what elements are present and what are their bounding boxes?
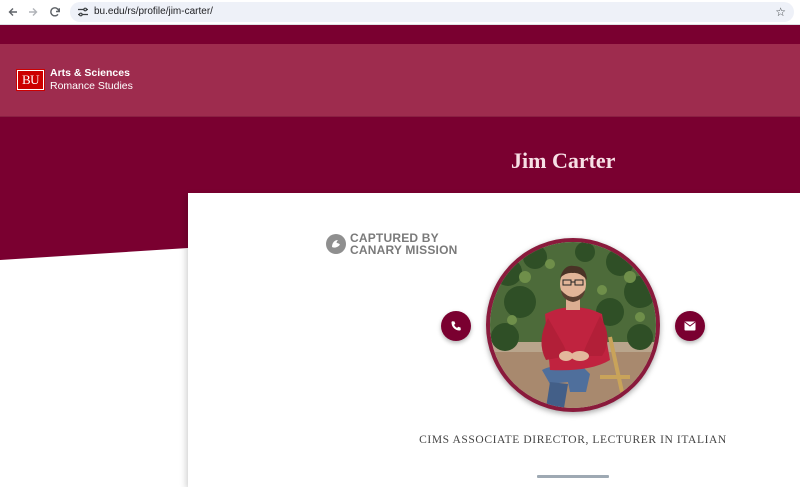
hero-diagonal-shape (0, 192, 188, 260)
email-button[interactable] (675, 311, 705, 341)
canary-mission-badge[interactable]: CAPTURED BY CANARY MISSION (326, 232, 466, 258)
reload-button[interactable] (46, 3, 64, 21)
profile-hero (0, 117, 800, 193)
star-icon[interactable]: ☆ (775, 4, 786, 20)
back-button[interactable] (4, 3, 22, 21)
dept-subtitle[interactable]: Romance Studies (50, 80, 133, 92)
address-bar[interactable]: bu.edu/rs/profile/jim-carter/ ☆ (70, 2, 794, 22)
job-title: CIMS ASSOCIATE DIRECTOR, LECTURER IN ITA… (419, 434, 727, 446)
section-divider (537, 475, 609, 478)
forward-button[interactable] (24, 3, 42, 21)
browser-toolbar: bu.edu/rs/profile/jim-carter/ ☆ (0, 0, 800, 25)
arrow-right-icon (29, 8, 38, 16)
profile-photo (490, 242, 656, 408)
phone-icon (451, 321, 461, 331)
site-header: BU Arts & Sciences Romance Studies (0, 44, 800, 117)
badge-line2: CANARY MISSION (350, 243, 458, 257)
tune-icon[interactable] (76, 5, 90, 19)
page-title: Jim Carter (511, 148, 616, 173)
bu-logo[interactable]: BU (16, 69, 45, 91)
phone-button[interactable] (441, 311, 471, 341)
url-text: bu.edu/rs/profile/jim-carter/ (94, 6, 213, 17)
bird-icon (326, 234, 346, 254)
envelope-icon (684, 321, 696, 331)
dept-title[interactable]: Arts & Sciences (50, 67, 130, 79)
utility-bar (0, 25, 800, 44)
arrow-left-icon (8, 8, 17, 16)
reload-icon (50, 7, 60, 17)
profile-photo-frame (486, 238, 660, 412)
